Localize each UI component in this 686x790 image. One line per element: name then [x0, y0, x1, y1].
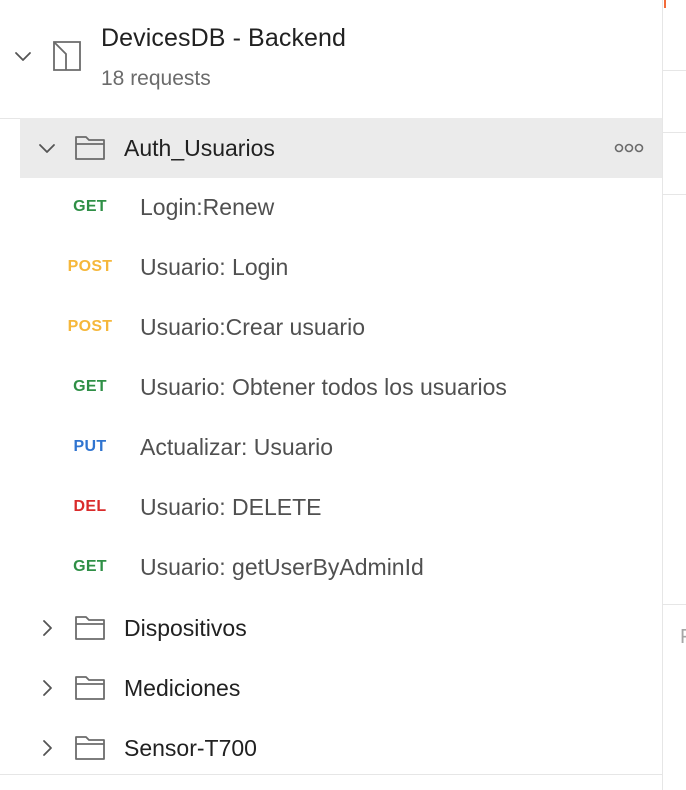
folder-mediciones[interactable]: Mediciones [20, 658, 662, 718]
chevron-down-icon[interactable] [38, 139, 56, 157]
folder-dispositivos[interactable]: Dispositivos [20, 598, 662, 658]
method-badge-delete: DEL [73, 498, 107, 515]
chevron-right-icon[interactable] [38, 679, 56, 697]
folder-label: Mediciones [124, 675, 241, 701]
more-options-icon[interactable] [614, 142, 644, 154]
folder-icon [75, 736, 105, 760]
collection-icon [53, 41, 81, 71]
folder-icon [75, 136, 105, 160]
request-name: Usuario: Login [140, 254, 289, 280]
request-item[interactable]: POST Usuario: Login [20, 238, 662, 298]
active-tab-indicator [664, 0, 666, 8]
chevron-right-icon[interactable] [38, 739, 56, 757]
folder-icon [75, 676, 105, 700]
method-badge-get: GET [73, 378, 107, 395]
folder-label: Dispositivos [124, 615, 247, 641]
request-item[interactable]: PUT Actualizar: Usuario [20, 418, 662, 478]
folder-sensor-t700[interactable]: Sensor-T700 [20, 718, 662, 778]
partial-text: F [680, 626, 686, 649]
method-badge-post: POST [67, 318, 113, 335]
request-item[interactable]: DEL Usuario: DELETE [20, 478, 662, 538]
chevron-down-icon[interactable] [14, 47, 32, 65]
request-name: Login:Renew [140, 194, 275, 220]
folder-label: Sensor-T700 [124, 735, 257, 761]
folder-icon [75, 616, 105, 640]
collections-sidebar: DevicesDB - Backend 18 requests Auth_Usu… [0, 0, 663, 790]
method-badge-put: PUT [73, 438, 107, 455]
request-item[interactable]: GET Login:Renew [20, 178, 662, 238]
request-item[interactable]: GET Usuario: getUserByAdminId [20, 538, 662, 598]
method-badge-get: GET [73, 198, 107, 215]
method-badge-post: POST [67, 258, 113, 275]
request-name: Actualizar: Usuario [140, 434, 334, 460]
request-name: Usuario: getUserByAdminId [140, 554, 424, 580]
collection-request-count: 18 requests [101, 67, 211, 90]
right-pane: F [663, 0, 686, 790]
divider [663, 132, 686, 133]
request-item[interactable]: POST Usuario:Crear usuario [20, 298, 662, 358]
divider [663, 70, 686, 71]
request-item[interactable]: GET Usuario: Obtener todos los usuarios [20, 358, 662, 418]
chevron-right-icon[interactable] [38, 619, 56, 637]
collection-header[interactable]: DevicesDB - Backend 18 requests [0, 0, 662, 119]
request-name: Usuario: DELETE [140, 494, 322, 520]
divider [663, 194, 686, 195]
divider [663, 604, 686, 605]
collection-name: DevicesDB - Backend [101, 24, 347, 52]
folder-auth-usuarios[interactable]: Auth_Usuarios [20, 118, 662, 178]
request-name: Usuario: Obtener todos los usuarios [140, 374, 507, 400]
divider [0, 774, 662, 775]
request-name: Usuario:Crear usuario [140, 314, 365, 340]
method-badge-get: GET [73, 558, 107, 575]
folder-label: Auth_Usuarios [124, 135, 275, 161]
